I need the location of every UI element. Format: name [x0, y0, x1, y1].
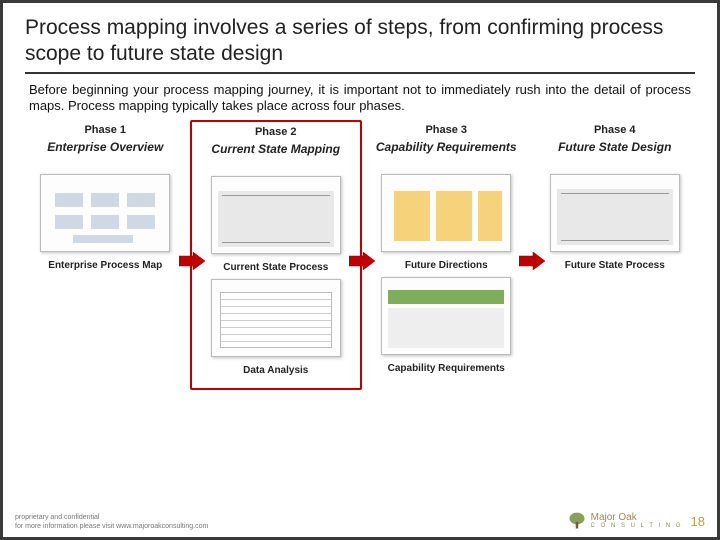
phase-3-column: Phase 3 Capability Requirements Future D… [362, 120, 531, 390]
arrow-3-icon [519, 252, 545, 270]
page-number: 18 [691, 514, 705, 529]
enterprise-process-map-caption: Enterprise Process Map [48, 260, 162, 271]
future-directions-thumb [381, 174, 511, 252]
footer-right: Major Oak C O N S U L T I N G 18 [567, 511, 705, 531]
brand-bottom: C O N S U L T I N G [591, 523, 683, 529]
phase-2-title: Current State Mapping [211, 142, 340, 170]
footer-line2: for more information please visit www.ma… [15, 523, 208, 531]
future-directions-caption: Future Directions [405, 260, 488, 271]
footer-disclaimer: proprietary and confidential for more in… [15, 514, 208, 531]
footer-line1: proprietary and confidential [15, 514, 208, 522]
phases-row: Phase 1 Enterprise Overview Enterprise P… [3, 118, 717, 390]
phase-1-label: Phase 1 [84, 124, 126, 136]
current-state-process-caption: Current State Process [223, 262, 328, 273]
phase-4-title: Future State Design [558, 140, 671, 168]
title-box: Process mapping involves a series of ste… [25, 15, 695, 74]
capability-requirements-thumb [381, 277, 511, 355]
phase-3-label: Phase 3 [425, 124, 467, 136]
phase-3-title: Capability Requirements [376, 140, 517, 168]
enterprise-process-map-thumb [40, 174, 170, 252]
tree-icon [567, 511, 587, 531]
arrow-2-icon [349, 252, 375, 270]
phase-2-column: Phase 2 Current State Mapping Current St… [190, 120, 363, 390]
capability-requirements-caption: Capability Requirements [388, 363, 505, 374]
phase-2-label: Phase 2 [255, 126, 297, 138]
brand-top: Major Oak [591, 513, 683, 523]
intro-text: Before beginning your process mapping jo… [29, 82, 691, 115]
arrow-1-icon [179, 252, 205, 270]
footer: proprietary and confidential for more in… [15, 511, 705, 531]
future-state-process-thumb [550, 174, 680, 252]
brand-text: Major Oak C O N S U L T I N G [591, 513, 683, 529]
phase-1-column: Phase 1 Enterprise Overview Enterprise P… [21, 120, 190, 390]
phase-4-label: Phase 4 [594, 124, 636, 136]
phase-1-title: Enterprise Overview [47, 140, 163, 168]
brand-logo: Major Oak C O N S U L T I N G [567, 511, 683, 531]
page-title: Process mapping involves a series of ste… [25, 15, 695, 68]
data-analysis-thumb [211, 279, 341, 357]
data-analysis-caption: Data Analysis [243, 365, 308, 376]
current-state-process-thumb [211, 176, 341, 254]
future-state-process-caption: Future State Process [565, 260, 665, 271]
phase-4-column: Phase 4 Future State Design Future State… [531, 120, 700, 390]
